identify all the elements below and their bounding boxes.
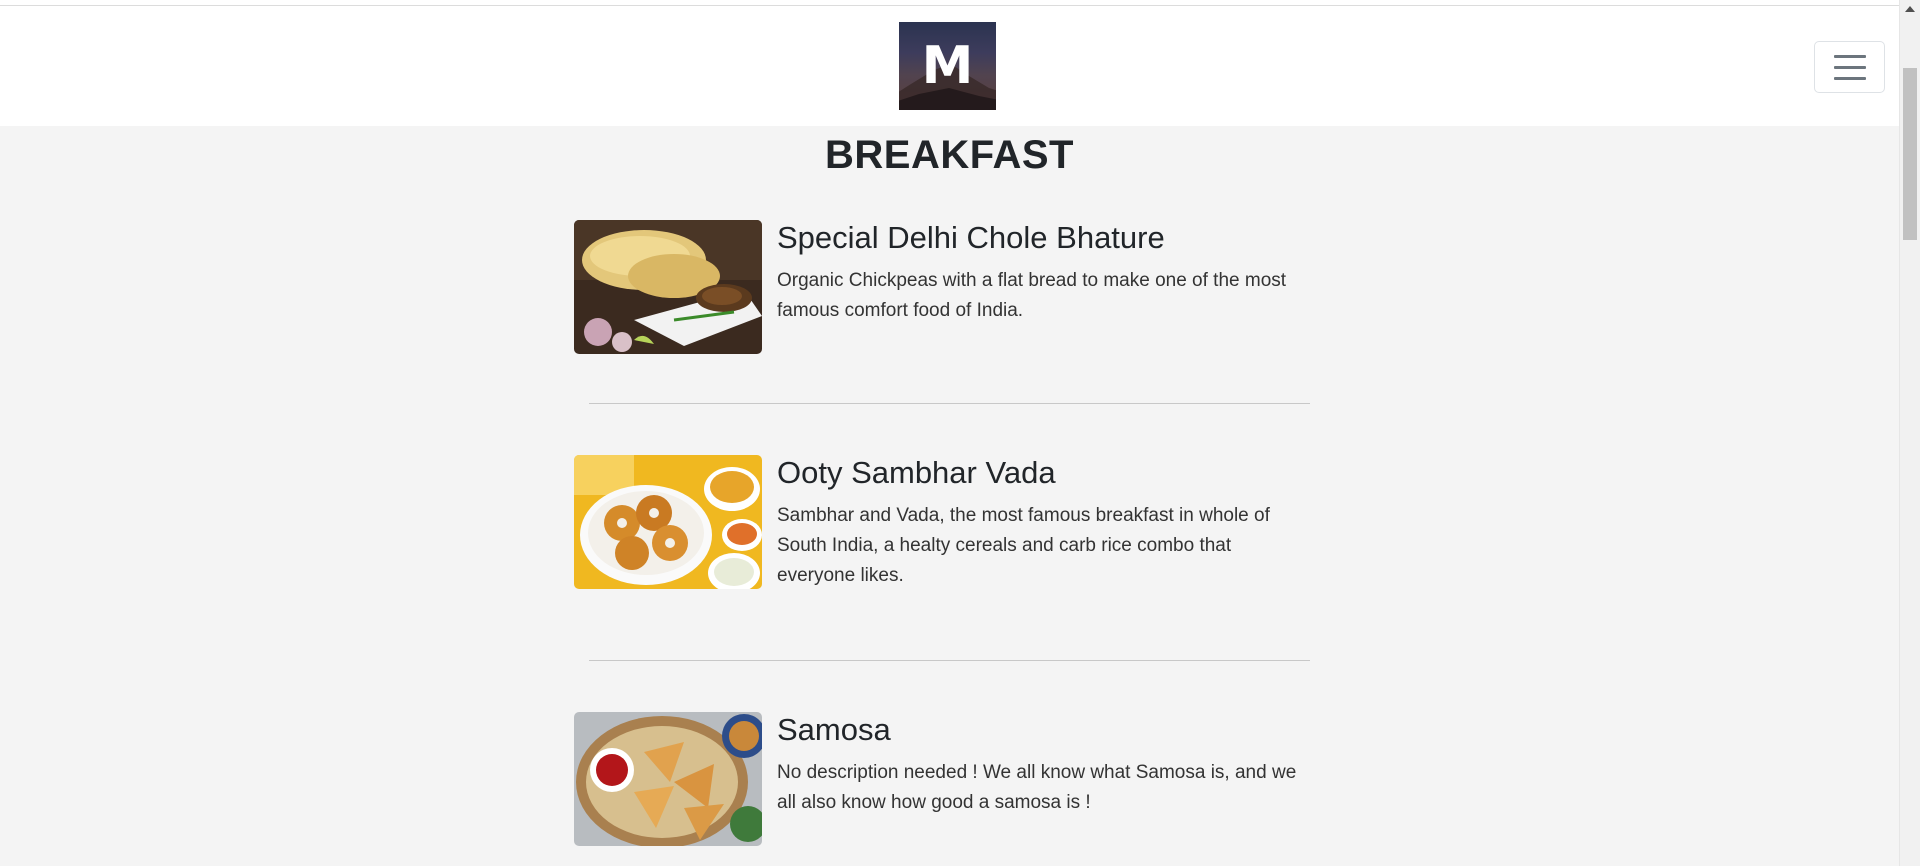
menu-item-chole-bhature[interactable]: Special Delhi Chole Bhature Organic Chic… [574, 220, 1314, 354]
menu-item-sambhar-vada[interactable]: Ooty Sambhar Vada Sambhar and Vada, the … [574, 455, 1314, 589]
menu-item-description: No description needed ! We all know what… [777, 762, 1297, 813]
menu-item-name: Samosa [777, 712, 891, 747]
scroll-up-arrow-icon[interactable] [1905, 6, 1915, 12]
logo-letter: M [921, 36, 974, 96]
item-divider [589, 403, 1310, 404]
menu-item-name: Ooty Sambhar Vada [777, 455, 1056, 490]
menu-item-samosa[interactable]: Samosa No description needed ! We all kn… [574, 712, 1314, 846]
hamburger-menu-icon-bar [1833, 65, 1866, 69]
menu-item-name: Special Delhi Chole Bhature [777, 220, 1165, 255]
menu-item-description: Organic Chickpeas with a flat bread to m… [777, 270, 1287, 321]
food-image-chole-bhature [574, 220, 762, 354]
menu-item-description: Sambhar and Vada, the most famous breakf… [777, 505, 1270, 586]
item-divider [589, 660, 1310, 661]
hamburger-menu-icon-bar [1833, 76, 1866, 80]
food-image-samosa [574, 712, 762, 846]
menu-toggle-button[interactable] [1814, 41, 1885, 93]
page-title: BREAKFAST [825, 133, 1074, 177]
navbar: M [0, 6, 1899, 126]
food-image-sambhar-vada [574, 455, 762, 589]
brand-logo[interactable]: M [899, 22, 996, 110]
hamburger-menu-icon-bar [1833, 54, 1866, 58]
scrollbar-thumb[interactable] [1903, 68, 1917, 240]
vertical-scrollbar[interactable] [1899, 0, 1920, 866]
